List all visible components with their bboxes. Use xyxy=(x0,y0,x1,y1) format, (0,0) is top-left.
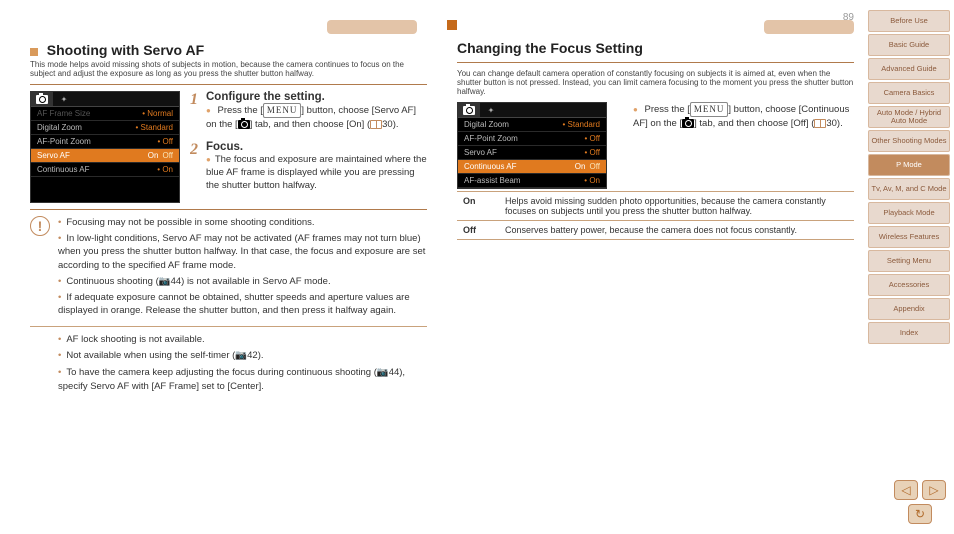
tab-shoot-icon xyxy=(31,92,53,106)
tab-shoot-icon xyxy=(458,103,480,117)
sidebar-item[interactable]: Tv, Av, M, and C Mode xyxy=(868,178,950,200)
sidebar-item[interactable]: Setting Menu xyxy=(868,250,950,272)
menu-row: Continuous AFOnOff xyxy=(458,160,606,174)
divider xyxy=(30,326,427,327)
mode-pill xyxy=(764,20,854,34)
table-row: OnHelps avoid missing sudden photo oppor… xyxy=(457,192,854,221)
section-heading-right: Changing the Focus Setting xyxy=(457,40,643,56)
warning-item: If adequate exposure cannot be obtained,… xyxy=(58,291,427,319)
nav-sidebar: Before UseBasic GuideAdvanced GuideCamer… xyxy=(864,0,954,534)
info-item: To have the camera keep adjusting the fo… xyxy=(58,366,427,395)
sidebar-item[interactable]: Before Use xyxy=(868,10,950,32)
warning-item: Focusing may not be possible in some sho… xyxy=(58,216,427,230)
sidebar-item[interactable]: Playback Mode xyxy=(868,202,950,224)
right-column: Changing the Focus Setting You can chang… xyxy=(447,20,854,524)
sidebar-item[interactable]: Other Shooting Modes xyxy=(868,130,950,152)
section-subhead-right: You can change default camera operation … xyxy=(457,69,854,96)
menu-row: AF Frame Size• Normal xyxy=(31,107,179,121)
camera-screenshot-a: ✦ AF Frame Size• NormalDigital Zoom• Sta… xyxy=(30,91,180,203)
tab-tools-icon: ✦ xyxy=(53,92,75,106)
sidebar-item[interactable]: P Mode xyxy=(868,154,950,176)
camera-icon xyxy=(682,119,694,128)
menu-row: Digital Zoom• Standard xyxy=(458,118,606,132)
menu-icon: MENU xyxy=(263,103,302,118)
sidebar-item[interactable]: Auto Mode / Hybrid Auto Mode xyxy=(868,106,950,128)
warning-icon: ! xyxy=(30,216,50,236)
step-1-title: Configure the setting. xyxy=(190,91,427,103)
section-marker xyxy=(447,20,457,30)
page-ref-icon xyxy=(370,120,382,129)
right-step-text: Press the [MENU] button, choose [Continu… xyxy=(633,102,854,130)
sidebar-item[interactable]: Wireless Features xyxy=(868,226,950,248)
menu-row: Continuous AF• On xyxy=(31,163,179,177)
camera-screenshot-b: ✦ Digital Zoom• StandardAF-Point Zoom• O… xyxy=(457,102,607,189)
step-number-1: 1 xyxy=(190,91,206,109)
menu-row: Servo AFOnOff xyxy=(31,149,179,163)
menu-icon: MENU xyxy=(690,102,729,117)
table-val: Helps avoid missing sudden photo opportu… xyxy=(499,192,854,221)
menu-row: AF-Point Zoom• Off xyxy=(31,135,179,149)
menu-row: AF-Point Zoom• Off xyxy=(458,132,606,146)
divider xyxy=(30,84,427,85)
camera-icon xyxy=(238,120,250,129)
next-page-button[interactable]: ▷ xyxy=(922,480,946,500)
menu-row: AF-assist Beam• On xyxy=(458,174,606,188)
divider xyxy=(30,209,427,210)
warning-item: In low-light conditions, Servo AF may no… xyxy=(58,232,427,273)
sidebar-item[interactable]: Advanced Guide xyxy=(868,58,950,80)
tab-tools-icon: ✦ xyxy=(480,103,502,117)
left-column: Shooting with Servo AF This mode helps a… xyxy=(30,20,427,524)
step-number-2: 2 xyxy=(190,141,206,159)
step-2-text: The focus and exposure are maintained wh… xyxy=(206,153,427,193)
step-1-text: Press the [MENU] button, choose [Servo A… xyxy=(206,103,427,131)
info-item: AF lock shooting is not available. xyxy=(58,333,427,347)
divider xyxy=(457,62,854,63)
section-marker xyxy=(30,48,38,56)
warning-list: Focusing may not be possible in some sho… xyxy=(58,216,427,320)
menu-row: Digital Zoom• Standard xyxy=(31,121,179,135)
menu-row: Servo AF• Off xyxy=(458,146,606,160)
page-nav: ◁ ▷ ↻ xyxy=(894,480,946,524)
table-row: OffConserves battery power, because the … xyxy=(457,221,854,240)
sidebar-item[interactable]: Basic Guide xyxy=(868,34,950,56)
page-ref-icon xyxy=(814,119,826,128)
table-val: Conserves battery power, because the cam… xyxy=(499,221,854,240)
table-key: Off xyxy=(457,221,499,240)
options-table: OnHelps avoid missing sudden photo oppor… xyxy=(457,191,854,240)
info-list: AF lock shooting is not available. Not av… xyxy=(58,333,427,394)
section-subhead: This mode helps avoid missing shots of s… xyxy=(30,60,427,78)
sidebar-item[interactable]: Index xyxy=(868,322,950,344)
return-button[interactable]: ↻ xyxy=(908,504,932,524)
step-2-title: Focus. xyxy=(190,141,427,153)
warning-item: Continuous shooting (📷44) is not availab… xyxy=(58,275,427,289)
info-item: Not available when using the self-timer … xyxy=(58,349,427,363)
table-key: On xyxy=(457,192,499,221)
page-number: 89 xyxy=(843,12,854,23)
mode-pill xyxy=(327,20,417,34)
prev-page-button[interactable]: ◁ xyxy=(894,480,918,500)
sidebar-item[interactable]: Accessories xyxy=(868,274,950,296)
sidebar-item[interactable]: Appendix xyxy=(868,298,950,320)
sidebar-item[interactable]: Camera Basics xyxy=(868,82,950,104)
section-heading: Shooting with Servo AF xyxy=(47,42,204,58)
